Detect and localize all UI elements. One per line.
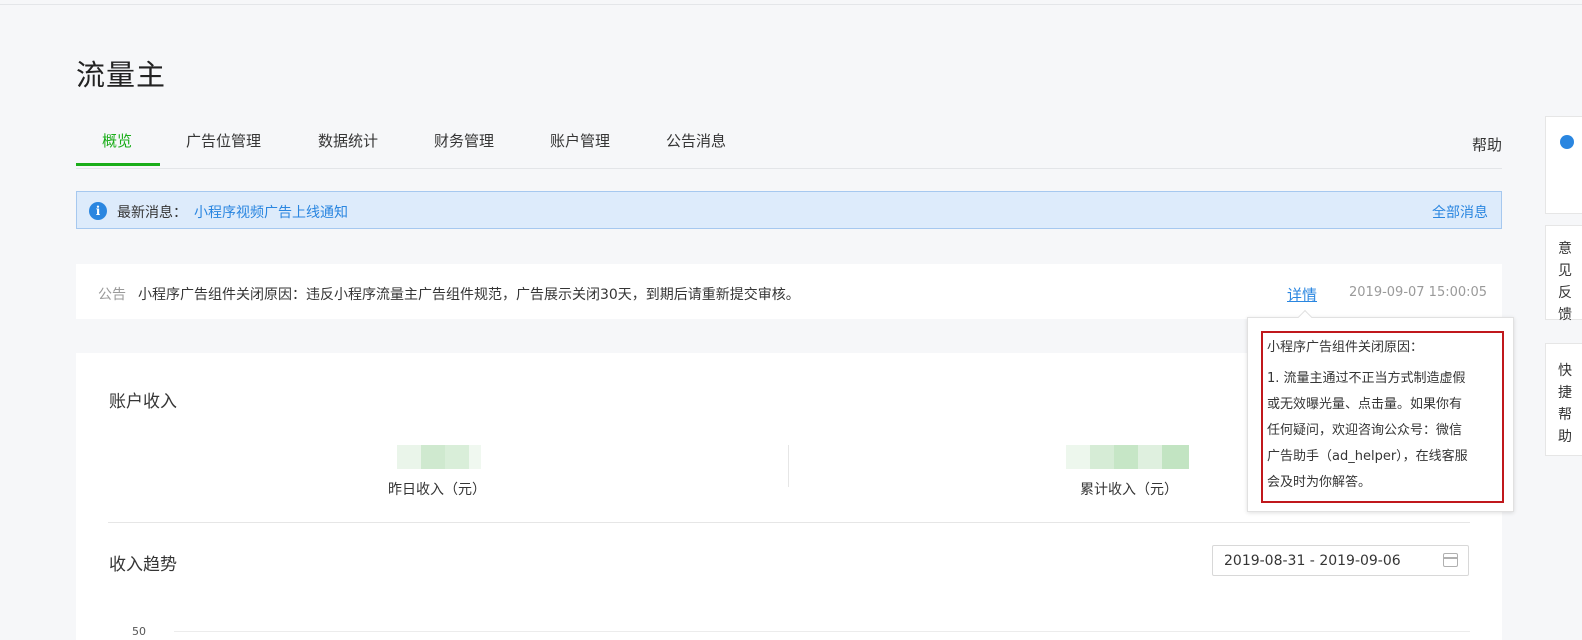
yesterday-income-value-blurred [397,445,481,469]
income-divider [788,445,789,487]
info-icon: i [89,202,107,220]
announcement-detail-link[interactable]: 详情 [1287,284,1317,305]
popover-title: 小程序广告组件关闭原因： [1267,340,1424,355]
chart-y-tick: 50 [132,625,146,638]
tab-overview[interactable]: 概览 [102,130,132,151]
date-range-value: 2019-08-31 - 2019-09-06 [1224,553,1401,569]
popover-line: 1. 流量主通过不正当方式制造虚假 [1267,371,1466,386]
quick-help-char: 捷 [1558,385,1572,401]
latest-news-bar: i 最新消息： 小程序视频广告上线通知 全部消息 [76,191,1502,229]
feedback-button[interactable]: 意 见 反 馈 [1545,225,1582,323]
tab-finance-management[interactable]: 财务管理 [434,130,494,151]
page-title: 流量主 [76,58,167,92]
total-income-value-blurred [1066,445,1189,469]
popover-line: 或无效曝光量、点击量。如果你有 [1267,397,1463,412]
announcement-card: 公告 小程序广告组件关闭原因：违反小程序流量主广告组件规范，广告展示关闭30天，… [76,264,1502,319]
popover-line: 广告助手（ad_helper），在线客服 [1267,449,1468,464]
tab-account-management[interactable]: 账户管理 [550,130,610,151]
announcement-tag: 公告 [98,287,126,303]
tab-announcements[interactable]: 公告消息 [666,130,726,151]
announcement-text: 小程序广告组件关闭原因：违反小程序流量主广告组件规范，广告展示关闭30天，到期后… [138,287,800,303]
popover-line: 会及时为你解答。 [1267,475,1372,490]
income-trend-title: 收入趋势 [109,555,177,575]
all-news-link[interactable]: 全部消息 [1432,202,1488,222]
feedback-char: 反 [1558,285,1572,301]
announcement-time: 2019-09-07 15:00:05 [1349,285,1488,300]
feedback-char: 馈 [1558,307,1572,323]
tab-data-statistics[interactable]: 数据统计 [318,130,378,151]
side-info-icon [1560,135,1574,149]
news-link[interactable]: 小程序视频广告上线通知 [194,202,348,222]
main-tabs: 概览 广告位管理 数据统计 财务管理 账户管理 公告消息 帮助 [76,122,1502,169]
popover-body: 1. 流量主通过不正当方式制造虚假 或无效曝光量、点击量。如果你有 任何疑问，欢… [1267,366,1498,496]
help-link[interactable]: 帮助 [1472,134,1502,155]
quick-help-char: 帮 [1558,407,1572,423]
account-income-title: 账户收入 [109,392,177,412]
feedback-char: 见 [1558,263,1572,279]
side-panel-top[interactable] [1545,116,1582,214]
active-tab-indicator [76,163,160,166]
chart-gridline [174,631,1470,632]
date-range-picker[interactable]: 2019-08-31 - 2019-09-06 [1212,545,1469,576]
total-income-label: 累计收入（元） [1080,482,1178,498]
calendar-icon [1443,553,1458,567]
top-border [0,4,1582,5]
quick-help-button[interactable]: 快 捷 帮 助 [1545,343,1582,456]
quick-help-char: 助 [1558,429,1572,445]
popover-highlight-box: 小程序广告组件关闭原因： 1. 流量主通过不正当方式制造虚假 或无效曝光量、点击… [1261,331,1504,503]
detail-popover: 小程序广告组件关闭原因： 1. 流量主通过不正当方式制造虚假 或无效曝光量、点击… [1247,309,1514,512]
quick-help-char: 快 [1558,363,1572,379]
news-label: 最新消息： [117,205,187,221]
yesterday-income-label: 昨日收入（元） [388,482,486,498]
section-divider [108,522,1470,523]
popover-line: 任何疑问，欢迎咨询公众号：微信 [1267,423,1463,438]
feedback-char: 意 [1558,241,1572,257]
tab-ad-slot-management[interactable]: 广告位管理 [186,130,261,151]
